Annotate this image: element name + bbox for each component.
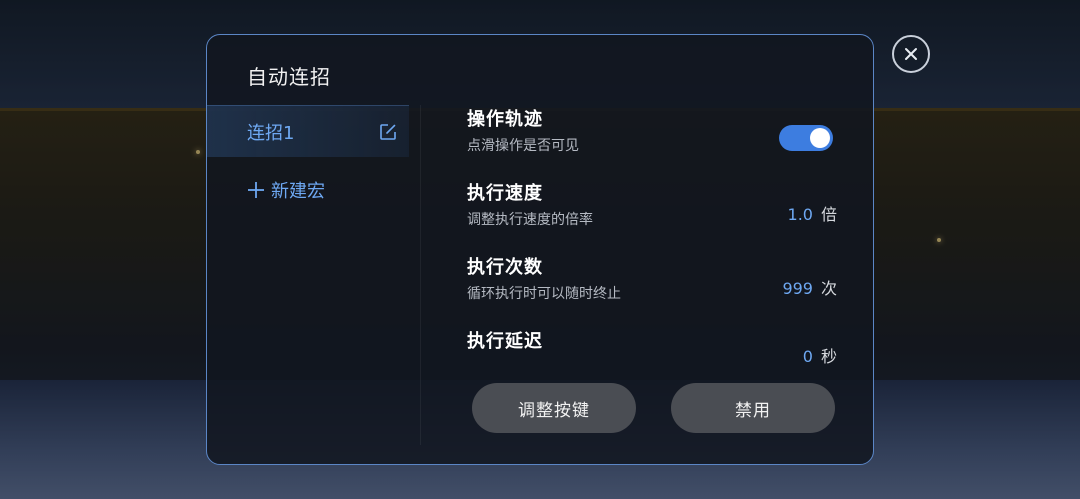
trail-toggle[interactable]	[779, 125, 833, 151]
plus-icon	[248, 182, 264, 198]
adjust-keys-button[interactable]: 调整按键	[472, 383, 636, 433]
speed-unit: 倍	[820, 205, 837, 224]
edit-icon[interactable]	[379, 123, 397, 141]
panel-divider	[420, 105, 421, 445]
setting-count: 执行次数 循环执行时可以随时终止 999 次	[467, 253, 837, 303]
setting-title: 操作轨迹	[467, 109, 543, 130]
new-macro-label: 新建宏	[271, 181, 325, 202]
close-icon	[905, 48, 917, 60]
setting-speed: 执行速度 调整执行速度的倍率 1.0 倍	[467, 179, 837, 229]
setting-title: 执行速度	[467, 183, 543, 204]
auto-combo-dialog: 自动连招 连招1 新建宏 操作轨迹 点滑操作是否可见 执行速度 调整执行速度的倍…	[206, 34, 874, 465]
count-number: 999	[782, 279, 813, 298]
new-macro-button[interactable]: 新建宏	[247, 175, 325, 205]
count-value[interactable]: 999 次	[782, 275, 837, 299]
toggle-knob	[810, 128, 830, 148]
delay-unit: 秒	[820, 347, 837, 366]
sidebar-item-combo-1[interactable]: 连招1	[207, 105, 409, 157]
setting-title: 执行延迟	[467, 331, 543, 352]
setting-desc: 调整执行速度的倍率	[467, 212, 593, 228]
dialog-title: 自动连招	[247, 65, 331, 89]
delay-number: 0	[802, 347, 813, 366]
close-button[interactable]	[892, 35, 930, 73]
speed-number: 1.0	[787, 205, 813, 224]
sidebar-item-label: 连招1	[247, 122, 295, 144]
disable-button[interactable]: 禁用	[671, 383, 835, 433]
speed-value[interactable]: 1.0 倍	[788, 201, 837, 225]
delay-value[interactable]: 0秒	[803, 343, 837, 367]
count-unit: 次	[820, 279, 837, 298]
setting-delay: 执行延迟 0秒	[467, 327, 837, 366]
